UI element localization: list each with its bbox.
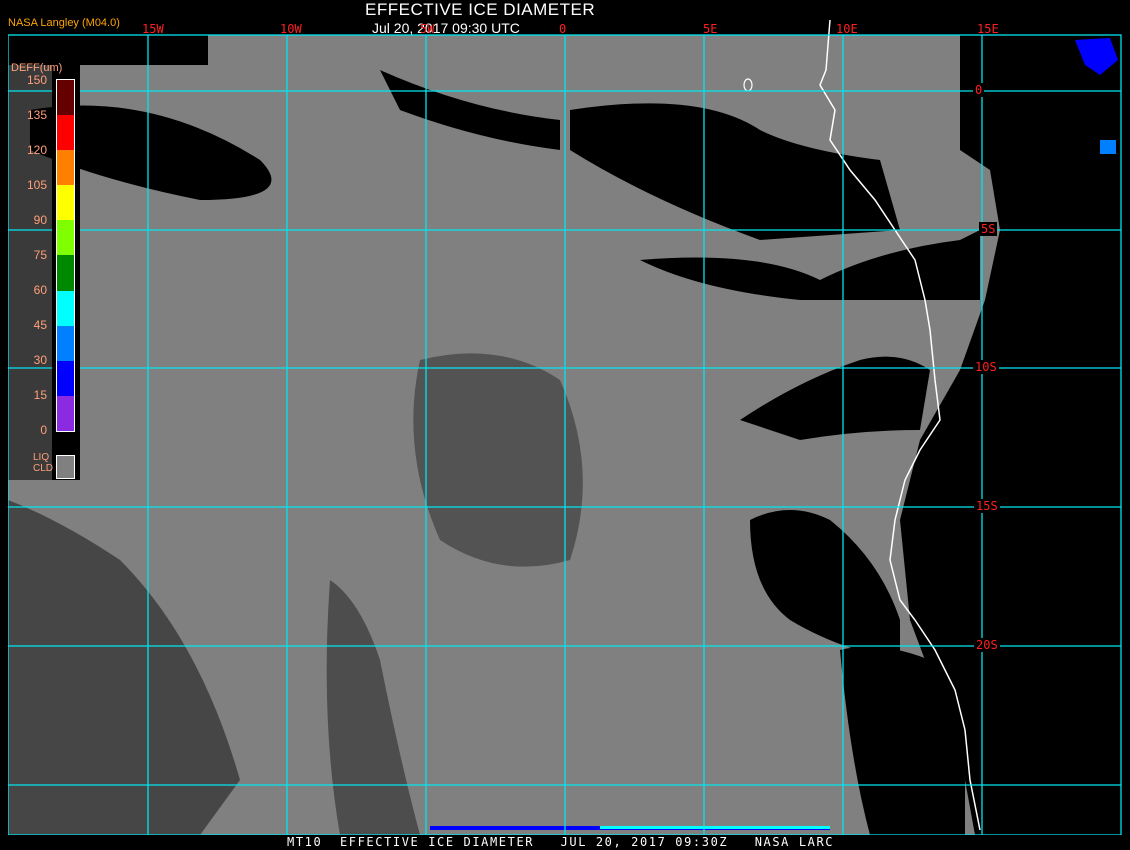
lon-label: 15W xyxy=(142,22,164,36)
map-timestamp: Jul 20, 2017 09:30 UTC xyxy=(372,20,520,36)
legend-tick: 90 xyxy=(33,213,47,227)
satellite-image xyxy=(0,0,1122,850)
liquid-cloud-swatch xyxy=(56,455,75,479)
lon-label: 0 xyxy=(559,22,567,36)
legend-color-bin xyxy=(57,80,74,116)
lon-label: 15E xyxy=(977,22,999,36)
footer-text: MT10 EFFECTIVE ICE DIAMETER JUL 20, 2017… xyxy=(287,835,835,849)
legend-color-bin xyxy=(57,150,74,186)
lat-label: 20S xyxy=(974,638,1000,652)
legend-color-bin xyxy=(57,255,74,291)
footer-bar: MT10 EFFECTIVE ICE DIAMETER JUL 20, 2017… xyxy=(0,835,1130,850)
color-scale-bar xyxy=(56,79,75,432)
lat-label: 10S xyxy=(973,360,999,374)
legend-tick: 60 xyxy=(33,283,47,297)
legend-tick: 0 xyxy=(40,423,47,437)
legend-tick: 75 xyxy=(33,248,47,262)
lon-label: 5W xyxy=(420,22,435,36)
legend-tick: 150 xyxy=(26,73,47,87)
lat-label: 5S xyxy=(979,222,998,236)
lat-label: 0 xyxy=(973,83,985,97)
map-title: EFFECTIVE ICE DIAMETER xyxy=(365,0,596,19)
lat-label: 15S xyxy=(974,499,1000,513)
legend-color-bin xyxy=(57,395,74,431)
legend-color-bin xyxy=(57,325,74,361)
legend-color-bin xyxy=(57,360,74,396)
legend-tick: 30 xyxy=(33,353,47,367)
liquid-cloud-legend-label: LIQ CLD xyxy=(33,452,53,474)
lon-label: 10E xyxy=(836,22,858,36)
legend-color-bin xyxy=(57,220,74,256)
legend-tick: 120 xyxy=(26,143,47,157)
legend-color-bin xyxy=(57,290,74,326)
legend-tick: 105 xyxy=(26,178,47,192)
legend-color-bin xyxy=(57,115,74,151)
legend-color-bin xyxy=(57,185,74,221)
lon-label: 5E xyxy=(703,22,718,36)
liq-label: LIQ xyxy=(33,452,50,463)
legend-tick: 45 xyxy=(33,318,47,332)
cld-label: CLD xyxy=(33,463,54,474)
credit-label: NASA Langley (M04.0) xyxy=(8,17,120,29)
legend-tick: 135 xyxy=(26,108,47,122)
lon-label: 10W xyxy=(280,22,302,36)
legend-tick: 15 xyxy=(33,388,47,402)
